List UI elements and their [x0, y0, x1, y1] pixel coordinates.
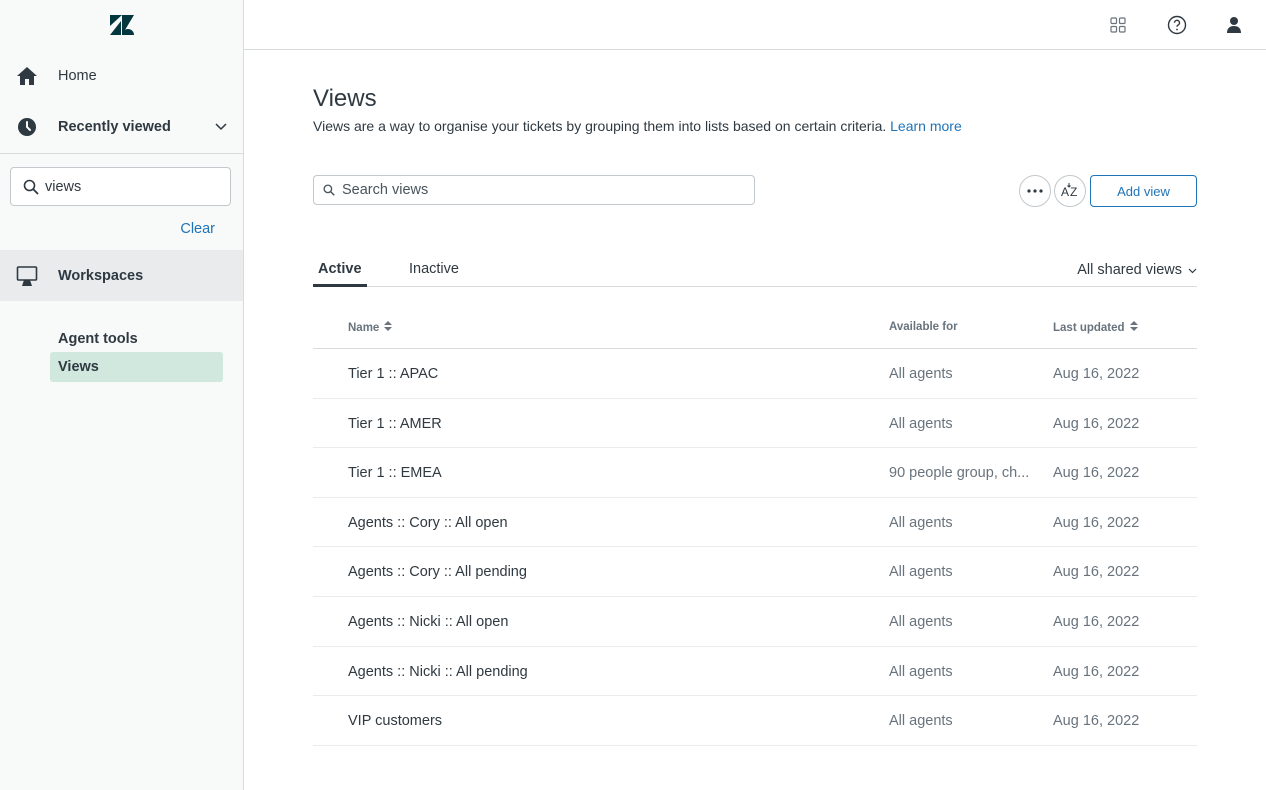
row-last-updated: Aug 16, 2022 [1053, 415, 1140, 432]
sidebar: Home Recently viewed Clear Workspaces Ag… [0, 0, 244, 790]
row-available-for: All agents [889, 564, 953, 581]
table-row[interactable]: Agents :: Cory :: All pending All agents A… [313, 547, 1197, 597]
sidebar-divider [0, 153, 243, 154]
chevron-down-icon [1188, 262, 1197, 278]
row-available-for: All agents [889, 613, 953, 630]
row-available-for: All agents [889, 514, 953, 531]
views-table: Name Available for Last updated Tier 1 :… [313, 309, 1197, 746]
sort-icon [384, 321, 393, 334]
svg-text:Z: Z [1070, 185, 1077, 199]
tab-inactive[interactable]: Inactive [409, 255, 459, 287]
row-last-updated: Aug 16, 2022 [1053, 663, 1140, 680]
row-available-for: All agents [889, 663, 953, 680]
row-name: Tier 1 :: APAC [348, 366, 439, 382]
row-last-updated: Aug 16, 2022 [1053, 713, 1140, 730]
user-icon[interactable] [1222, 13, 1246, 37]
row-name: Tier 1 :: EMEA [348, 465, 442, 482]
sidebar-item-agent-tools[interactable]: Agent tools [50, 324, 223, 354]
sort-alphabetical-button[interactable]: A Z [1054, 175, 1086, 207]
nav-home[interactable]: Home [0, 51, 243, 101]
row-name: Agents :: Nicki :: All pending [348, 663, 528, 680]
shared-views-filter-label: All shared views [1077, 262, 1182, 278]
add-view-button[interactable]: Add view [1090, 175, 1197, 207]
more-horizontal-icon [1027, 189, 1043, 193]
row-name: Agents :: Cory :: All open [348, 514, 508, 531]
row-name: VIP customers [348, 713, 443, 730]
zendesk-logo[interactable] [0, 0, 243, 50]
clock-icon [16, 116, 38, 138]
sidebar-search[interactable] [10, 167, 231, 206]
sidebar-search-input[interactable] [45, 178, 215, 195]
views-tabs: Active Inactive All shared views [313, 255, 1197, 287]
table-row[interactable]: Tier 1 :: APAC All agents Aug 16, 2022 [313, 349, 1197, 399]
apps-grid-icon[interactable] [1106, 13, 1130, 37]
row-last-updated: Aug 16, 2022 [1053, 613, 1140, 630]
tab-active[interactable]: Active [313, 255, 367, 287]
more-options-button[interactable] [1019, 175, 1051, 207]
nav-recently-viewed[interactable]: Recently viewed [0, 102, 243, 152]
home-icon [16, 65, 38, 87]
search-icon [323, 183, 337, 197]
nav-workspaces[interactable]: Workspaces [0, 250, 243, 301]
row-available-for: All agents [889, 713, 953, 730]
table-body: Tier 1 :: APAC All agents Aug 16, 2022 Tie… [313, 349, 1197, 746]
page-title: Views [313, 85, 377, 112]
column-header-available-for: Available for [889, 321, 958, 333]
nav-recently-viewed-label: Recently viewed [58, 119, 171, 135]
topbar [244, 0, 1266, 50]
table-row[interactable]: Agents :: Cory :: All open All agents Aug … [313, 498, 1197, 548]
monitor-icon [16, 265, 38, 287]
row-name: Agents :: Cory :: All pending [348, 564, 527, 581]
views-search-input[interactable] [342, 182, 742, 198]
row-available-for: All agents [889, 415, 953, 432]
chevron-down-icon[interactable] [215, 118, 227, 136]
table-row[interactable]: Tier 1 :: EMEA 90 people group, ch... Aug … [313, 448, 1197, 498]
row-last-updated: Aug 16, 2022 [1053, 564, 1140, 581]
row-last-updated: Aug 16, 2022 [1053, 465, 1140, 482]
nav-home-label: Home [58, 68, 97, 84]
shared-views-filter[interactable]: All shared views [1077, 262, 1197, 278]
search-icon [23, 178, 41, 196]
sidebar-item-views[interactable]: Views [50, 352, 223, 382]
table-row[interactable]: Agents :: Nicki :: All open All agents Aug… [313, 597, 1197, 647]
clear-search-link[interactable]: Clear [180, 221, 215, 237]
table-header: Name Available for Last updated [313, 309, 1197, 349]
column-header-name[interactable]: Name [348, 321, 393, 334]
column-header-available-for-label: Available for [889, 321, 958, 333]
row-name: Agents :: Nicki :: All open [348, 613, 509, 630]
row-available-for: 90 people group, ch... [889, 465, 1030, 482]
row-last-updated: Aug 16, 2022 [1053, 514, 1140, 531]
sort-icon [1129, 321, 1138, 334]
column-header-last-updated[interactable]: Last updated [1053, 321, 1138, 334]
svg-text:A: A [1061, 185, 1069, 199]
table-row[interactable]: VIP customers All agents Aug 16, 2022 [313, 696, 1197, 746]
row-name: Tier 1 :: AMER [348, 415, 442, 432]
column-header-last-updated-label: Last updated [1053, 321, 1125, 334]
row-available-for: All agents [889, 366, 953, 382]
page-description-text: Views are a way to organise your tickets… [313, 118, 887, 134]
learn-more-link[interactable]: Learn more [890, 118, 962, 134]
sort-az-icon: A Z [1061, 183, 1077, 199]
views-search[interactable] [313, 175, 755, 205]
column-header-name-label: Name [348, 321, 380, 334]
help-icon[interactable] [1165, 13, 1189, 37]
zendesk-logo-icon [109, 15, 134, 35]
page-description: Views are a way to organise your tickets… [313, 118, 962, 134]
nav-workspaces-label: Workspaces [58, 267, 144, 284]
table-row[interactable]: Agents :: Nicki :: All pending All agents… [313, 647, 1197, 697]
row-last-updated: Aug 16, 2022 [1053, 366, 1140, 382]
table-row[interactable]: Tier 1 :: AMER All agents Aug 16, 2022 [313, 399, 1197, 449]
